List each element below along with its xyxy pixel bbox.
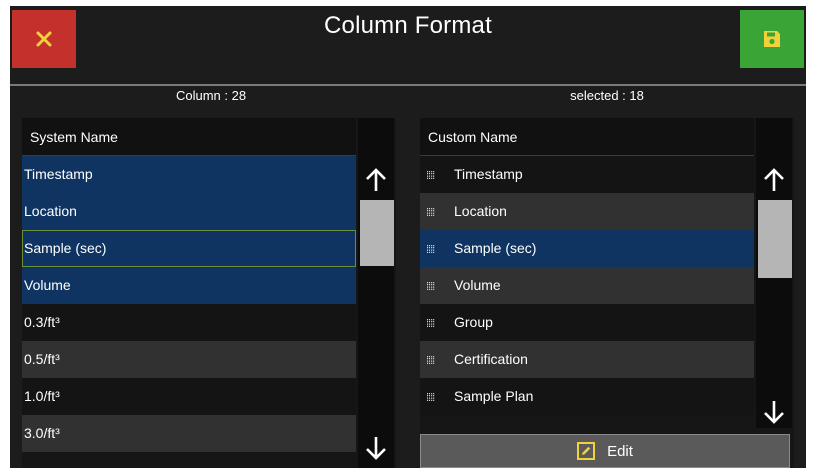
list-item-label: 1.0/ft³ xyxy=(24,388,60,404)
list-item-label: 0.5/ft³ xyxy=(24,351,60,367)
list-item-label: Sample Plan xyxy=(454,388,534,404)
arrow-down-icon xyxy=(764,401,784,424)
list-item[interactable]: Location xyxy=(22,193,356,230)
drag-handle-icon[interactable]: ⁞⁞⁞⁞ xyxy=(426,343,440,380)
list-item-label: Timestamp xyxy=(24,166,93,182)
drag-handle-icon[interactable]: ⁞⁞⁞⁞ xyxy=(426,232,440,269)
left-scrollbar[interactable] xyxy=(358,118,394,468)
drag-handle-icon[interactable]: ⁞⁞⁞⁞ xyxy=(426,306,440,343)
list-item[interactable]: 0.3/ft³ xyxy=(22,304,356,341)
list-item-label: 3.0/ft³ xyxy=(24,425,60,441)
column-count-label: Column : 28 xyxy=(175,88,247,103)
system-name-list: System Name Timestamp Location Sample (s… xyxy=(22,118,396,468)
list-item-label: Volume xyxy=(454,277,501,293)
drag-handle-icon[interactable]: ⁞⁞⁞⁞ xyxy=(426,158,440,195)
list-item-label: Sample (sec) xyxy=(24,240,107,256)
scroll-up-button[interactable] xyxy=(358,162,394,198)
right-scrollbar[interactable] xyxy=(756,118,792,428)
list-item[interactable]: Sample (sec) xyxy=(22,230,356,267)
header-divider xyxy=(10,84,806,86)
system-name-rows: Timestamp Location Sample (sec) Volume 0… xyxy=(22,156,356,452)
list-item[interactable]: Volume xyxy=(22,267,356,304)
arrow-up-icon xyxy=(366,168,386,191)
list-item[interactable]: ⁞⁞⁞⁞ Location xyxy=(420,193,754,230)
drag-handle-icon[interactable]: ⁞⁞⁞⁞ xyxy=(426,380,440,417)
list-item[interactable]: ⁞⁞⁞⁞ Volume xyxy=(420,267,754,304)
list-item[interactable]: ⁞⁞⁞⁞ Sample Plan xyxy=(420,378,754,415)
list-item-label: Certification xyxy=(454,351,528,367)
page-title: Column Format xyxy=(324,12,492,39)
system-name-header: System Name xyxy=(22,118,356,156)
scroll-thumb[interactable] xyxy=(758,200,792,278)
arrow-up-icon xyxy=(764,168,784,191)
list-item[interactable]: ⁞⁞⁞⁞ Certification xyxy=(420,341,754,378)
list-item-label: Location xyxy=(454,203,507,219)
list-item[interactable]: ⁞⁞⁞⁞ Group xyxy=(420,304,754,341)
edit-icon xyxy=(577,442,596,460)
header-bar: Column Format xyxy=(10,6,806,84)
list-item-label: Group xyxy=(454,314,493,330)
column-format-screen: Column Format Column : 28 selected : 18 … xyxy=(10,6,806,468)
list-item[interactable]: 1.0/ft³ xyxy=(22,378,356,415)
scroll-down-button[interactable] xyxy=(756,394,792,430)
edit-button-label: Edit xyxy=(607,442,633,460)
list-item[interactable]: 0.5/ft³ xyxy=(22,341,356,378)
list-item-label: Timestamp xyxy=(454,166,523,182)
edit-button[interactable]: Edit xyxy=(420,434,790,468)
custom-name-list: Custom Name ⁞⁞⁞⁞ Timestamp ⁞⁞⁞⁞ Location ⁞… xyxy=(420,118,794,468)
list-item-label: Sample (sec) xyxy=(454,240,537,256)
scroll-thumb[interactable] xyxy=(360,200,394,266)
list-item-label: Volume xyxy=(24,277,71,293)
custom-name-rows: ⁞⁞⁞⁞ Timestamp ⁞⁞⁞⁞ Location ⁞⁞⁞⁞ Sample (s… xyxy=(420,156,754,415)
arrow-down-icon xyxy=(366,437,386,460)
scroll-up-button[interactable] xyxy=(756,162,792,198)
list-item[interactable]: ⁞⁞⁞⁞ Timestamp xyxy=(420,156,754,193)
floppy-disk-icon xyxy=(764,31,780,47)
list-item[interactable]: ⁞⁞⁞⁞ Sample (sec) xyxy=(420,230,754,267)
selected-count-label: selected : 18 xyxy=(570,88,644,103)
list-item-label: Location xyxy=(24,203,77,219)
list-item[interactable]: 3.0/ft³ xyxy=(22,415,356,452)
save-button[interactable] xyxy=(740,10,804,68)
drag-handle-icon[interactable]: ⁞⁞⁞⁞ xyxy=(426,269,440,306)
scroll-down-button[interactable] xyxy=(358,430,394,466)
list-item[interactable]: Timestamp xyxy=(22,156,356,193)
list-item-label: 0.3/ft³ xyxy=(24,314,60,330)
custom-name-header: Custom Name xyxy=(420,118,754,156)
drag-handle-icon[interactable]: ⁞⁞⁞⁞ xyxy=(426,195,440,232)
